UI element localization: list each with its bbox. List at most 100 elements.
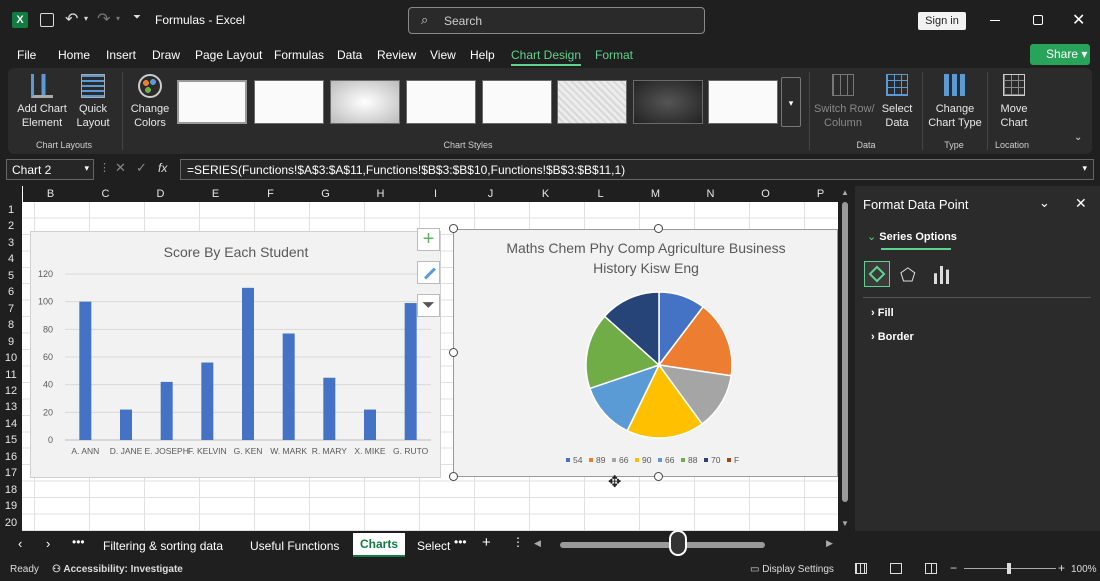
menu-formulas[interactable]: Formulas xyxy=(274,48,324,62)
chart-styles-more-button[interactable]: ▾ xyxy=(781,77,801,127)
chart-filters-button[interactable]: ⏷ xyxy=(417,294,440,317)
column-header[interactable]: M xyxy=(628,186,683,202)
fill-line-tab[interactable] xyxy=(864,261,890,287)
column-header[interactable]: H xyxy=(353,186,408,202)
save-icon[interactable] xyxy=(40,13,54,27)
undo-icon[interactable]: ↶ xyxy=(65,9,78,29)
menu-file[interactable]: File xyxy=(17,48,36,62)
bar-chart[interactable]: Score By Each Student 0 20 40 60 80 100 120 A. … xyxy=(30,231,441,478)
scroll-thumb[interactable] xyxy=(842,202,848,502)
menu-page-layout[interactable]: Page Layout xyxy=(195,48,262,62)
row-header[interactable]: 1 xyxy=(0,202,22,219)
scroll-down-icon[interactable]: ▼ xyxy=(841,519,849,528)
column-header[interactable]: D xyxy=(133,186,188,202)
column-header[interactable]: C xyxy=(78,186,133,202)
menu-draw[interactable]: Draw xyxy=(152,48,180,62)
redo-icon[interactable]: ↷ xyxy=(97,9,110,29)
row-header[interactable]: 11 xyxy=(0,366,22,383)
resize-handle-left[interactable] xyxy=(449,348,458,357)
row-header[interactable]: 17 xyxy=(0,465,22,482)
insert-function-button[interactable]: fx xyxy=(158,161,167,175)
page-break-view-icon[interactable] xyxy=(925,563,937,574)
column-header[interactable]: N xyxy=(683,186,738,202)
zoom-slider[interactable] xyxy=(964,563,1056,574)
chart-style-6[interactable] xyxy=(557,80,627,124)
row-header[interactable]: 7 xyxy=(0,300,22,318)
resize-handle-top[interactable] xyxy=(654,224,663,233)
pie-chart[interactable]: Maths Chem Phy Comp Agriculture Business… xyxy=(453,229,838,477)
effects-tab[interactable]: ⬠ xyxy=(900,265,916,286)
bar[interactable] xyxy=(160,381,173,440)
column-header[interactable]: L xyxy=(573,186,628,202)
bar[interactable] xyxy=(323,377,336,440)
sheet-tab-filtering[interactable]: Filtering & sorting data xyxy=(103,539,223,553)
row-header[interactable]: 2 xyxy=(0,218,22,235)
next-sheet-icon[interactable]: › xyxy=(46,536,50,551)
column-header[interactable]: O xyxy=(738,186,793,202)
row-header[interactable]: 20 xyxy=(0,514,22,531)
minimize-icon[interactable] xyxy=(990,20,1000,21)
page-layout-view-icon[interactable] xyxy=(890,563,902,574)
resize-handle-bottom[interactable] xyxy=(654,472,663,481)
chart-style-7[interactable] xyxy=(633,80,703,124)
column-header[interactable]: B xyxy=(23,186,78,202)
close-icon[interactable]: ✕ xyxy=(1072,10,1085,30)
redo-dropdown-icon[interactable]: ▾ xyxy=(116,14,120,23)
add-chart-element-button[interactable]: Add Chart Element xyxy=(14,72,70,132)
chart-style-1[interactable] xyxy=(177,80,247,124)
name-box[interactable]: Chart 2 ▾ xyxy=(6,159,94,180)
change-colors-button[interactable]: Change Colors xyxy=(126,72,174,132)
search-box[interactable]: ⌕ Search xyxy=(408,7,705,34)
menu-format[interactable]: Format xyxy=(595,48,633,62)
row-header[interactable]: 18 xyxy=(0,481,22,499)
row-header[interactable]: 8 xyxy=(0,317,22,334)
menu-chart-design[interactable]: Chart Design xyxy=(511,48,582,66)
chart-elements-button[interactable]: + xyxy=(417,228,440,251)
series-options-tab[interactable] xyxy=(932,266,952,284)
series-options-dropdown[interactable]: ⌄ Series Options xyxy=(867,230,957,243)
column-header[interactable]: G xyxy=(298,186,353,202)
menu-data[interactable]: Data xyxy=(337,48,362,62)
column-header[interactable]: I xyxy=(408,186,463,202)
add-sheet-icon[interactable]: + xyxy=(482,534,491,551)
menu-review[interactable]: Review xyxy=(377,48,416,62)
menu-help[interactable]: Help xyxy=(470,48,495,62)
normal-view-icon[interactable] xyxy=(855,563,867,574)
sheet-tab-useful-functions[interactable]: Useful Functions xyxy=(250,539,339,553)
row-header[interactable]: 13 xyxy=(0,399,22,416)
chart-style-5[interactable] xyxy=(482,80,552,124)
row-header[interactable]: 5 xyxy=(0,267,22,285)
display-settings-button[interactable]: ▭ Display Settings xyxy=(750,564,834,575)
zoom-in-icon[interactable]: + xyxy=(1058,561,1065,575)
accessibility-status[interactable]: ⚇ Accessibility: Investigate xyxy=(52,564,183,575)
prev-sheet-icon[interactable]: ‹ xyxy=(18,536,22,551)
zoom-slider-thumb[interactable] xyxy=(1007,563,1011,574)
resize-handle-bl[interactable] xyxy=(449,472,458,481)
panel-options-chevron-icon[interactable]: ⌄ xyxy=(1039,195,1050,211)
collapse-ribbon-icon[interactable]: ⌄ xyxy=(1074,132,1082,143)
row-header[interactable]: 19 xyxy=(0,498,22,515)
bar[interactable] xyxy=(242,287,254,440)
vertical-scrollbar[interactable]: ▲ ▼ xyxy=(838,186,852,531)
column-header[interactable]: E xyxy=(188,186,243,202)
hscroll-right-icon[interactable]: ▶ xyxy=(826,538,833,549)
bar[interactable] xyxy=(282,333,295,440)
menu-insert[interactable]: Insert xyxy=(106,48,136,62)
chart-styles-brush-button[interactable] xyxy=(417,261,440,284)
sheet-tab-select[interactable]: Select xyxy=(417,539,450,553)
select-data-button[interactable]: Select Data xyxy=(874,72,920,132)
sheet-tab-charts[interactable]: Charts xyxy=(353,533,406,557)
formula-input[interactable]: =SERIES(Functions!$A$3:$A$11,Functions!$… xyxy=(180,159,1094,180)
customize-qat-icon[interactable]: ⏷ xyxy=(133,12,141,23)
menu-home[interactable]: Home xyxy=(58,48,90,62)
zoom-level[interactable]: 100% xyxy=(1071,564,1097,575)
worksheet-grid[interactable]: BCDEFGHIJKLMNOP 1 2 3 4 5 6 7 8 9 10 11 12 13 14 15 16 1… xyxy=(0,186,852,531)
row-header[interactable]: 10 xyxy=(0,350,22,367)
row-header[interactable]: 15 xyxy=(0,432,22,449)
row-header[interactable]: 14 xyxy=(0,415,22,433)
zoom-out-icon[interactable]: − xyxy=(950,561,957,575)
change-chart-type-button[interactable]: Change Chart Type xyxy=(926,72,984,132)
bar[interactable] xyxy=(79,301,92,440)
resize-handle-tl[interactable] xyxy=(449,224,458,233)
hscroll-left-icon[interactable]: ◀ xyxy=(534,538,541,549)
